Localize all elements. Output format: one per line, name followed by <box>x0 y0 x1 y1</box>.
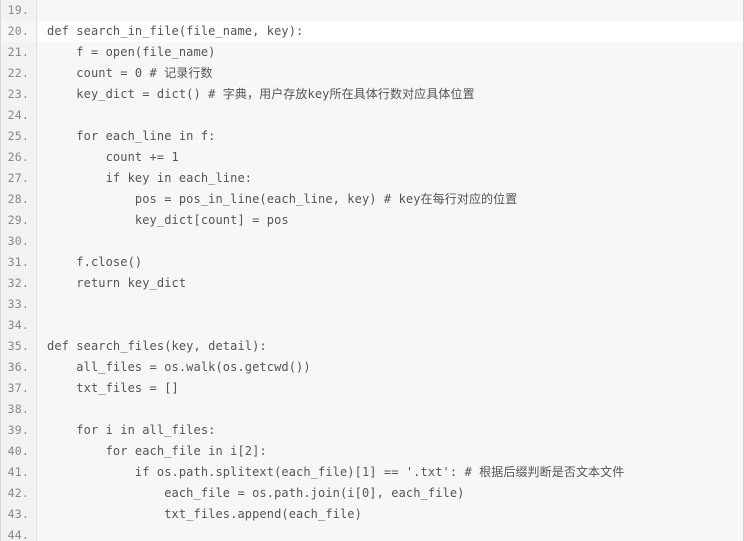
line-code-text[interactable]: all_files = os.walk(os.getcwd()) <box>37 357 743 378</box>
line-number: 38. <box>1 399 37 420</box>
code-line[interactable]: 22. count = 0 # 记录行数 <box>1 63 743 84</box>
line-number: 19. <box>1 0 37 21</box>
line-code-text[interactable]: for each_line in f: <box>37 126 743 147</box>
line-code-text[interactable]: for i in all_files: <box>37 420 743 441</box>
line-number: 37. <box>1 378 37 399</box>
line-number: 22. <box>1 63 37 84</box>
code-line[interactable]: 30. <box>1 231 743 252</box>
code-line[interactable]: 33. <box>1 294 743 315</box>
code-line[interactable]: 40. for each_file in i[2]: <box>1 441 743 462</box>
code-line[interactable]: 21. f = open(file_name) <box>1 42 743 63</box>
code-line[interactable]: 23. key_dict = dict() # 字典，用户存放key所在具体行数… <box>1 84 743 105</box>
code-line[interactable]: 25. for each_line in f: <box>1 126 743 147</box>
line-number: 25. <box>1 126 37 147</box>
line-code-text[interactable]: txt_files.append(each_file) <box>37 504 743 525</box>
code-line[interactable]: 24. <box>1 105 743 126</box>
line-code-text[interactable]: if key in each_line: <box>37 168 743 189</box>
line-number: 21. <box>1 42 37 63</box>
line-number: 24. <box>1 105 37 126</box>
code-line[interactable]: 36. all_files = os.walk(os.getcwd()) <box>1 357 743 378</box>
code-line[interactable]: 39. for i in all_files: <box>1 420 743 441</box>
line-number: 35. <box>1 336 37 357</box>
code-line[interactable]: 37. txt_files = [] <box>1 378 743 399</box>
line-code-text[interactable]: each_file = os.path.join(i[0], each_file… <box>37 483 743 504</box>
line-number: 31. <box>1 252 37 273</box>
code-line[interactable]: 34. <box>1 315 743 336</box>
line-code-text[interactable]: return key_dict <box>37 273 743 294</box>
line-code-text[interactable]: key_dict = dict() # 字典，用户存放key所在具体行数对应具体… <box>37 84 743 105</box>
line-number: 36. <box>1 357 37 378</box>
line-number: 23. <box>1 84 37 105</box>
code-line[interactable]: 32. return key_dict <box>1 273 743 294</box>
code-line[interactable]: 27. if key in each_line: <box>1 168 743 189</box>
line-code-text[interactable]: txt_files = [] <box>37 378 743 399</box>
code-line[interactable]: 31. f.close() <box>1 252 743 273</box>
code-line[interactable]: 41. if os.path.splitext(each_file)[1] ==… <box>1 462 743 483</box>
line-code-text[interactable]: pos = pos_in_line(each_line, key) # key在… <box>37 189 743 210</box>
line-number: 29. <box>1 210 37 231</box>
code-line[interactable]: 29. key_dict[count] = pos <box>1 210 743 231</box>
code-line[interactable]: 20. def search_in_file(file_name, key): <box>1 21 743 42</box>
line-code-text[interactable]: count += 1 <box>37 147 743 168</box>
line-number: 34. <box>1 315 37 336</box>
code-line-list: 19. 20. def search_in_file(file_name, key)… <box>1 0 743 541</box>
line-code-text[interactable]: f = open(file_name) <box>37 42 743 63</box>
line-number: 43. <box>1 504 37 525</box>
line-number: 41. <box>1 462 37 483</box>
code-line[interactable]: 35. def search_files(key, detail): <box>1 336 743 357</box>
line-code-text[interactable]: count = 0 # 记录行数 <box>37 63 743 84</box>
code-line[interactable]: 19. <box>1 0 743 21</box>
code-line[interactable]: 42. each_file = os.path.join(i[0], each_… <box>1 483 743 504</box>
line-code-text[interactable]: def search_in_file(file_name, key): <box>37 21 743 42</box>
code-line[interactable]: 38. <box>1 399 743 420</box>
line-number: 39. <box>1 420 37 441</box>
code-line[interactable]: 26. count += 1 <box>1 147 743 168</box>
line-code-text[interactable]: if os.path.splitext(each_file)[1] == '.t… <box>37 462 743 483</box>
line-number: 42. <box>1 483 37 504</box>
line-number: 44. <box>1 525 37 541</box>
line-code-text[interactable]: f.close() <box>37 252 743 273</box>
line-number: 27. <box>1 168 37 189</box>
line-number: 33. <box>1 294 37 315</box>
line-code-text[interactable]: for each_file in i[2]: <box>37 441 743 462</box>
line-code-text[interactable]: def search_files(key, detail): <box>37 336 743 357</box>
line-number: 20. <box>1 21 37 42</box>
line-number: 26. <box>1 147 37 168</box>
line-number: 40. <box>1 441 37 462</box>
line-number: 28. <box>1 189 37 210</box>
code-line[interactable]: 44. <box>1 525 743 541</box>
line-code-text[interactable]: key_dict[count] = pos <box>37 210 743 231</box>
line-number: 32. <box>1 273 37 294</box>
code-line[interactable]: 28. pos = pos_in_line(each_line, key) # … <box>1 189 743 210</box>
code-viewer[interactable]: 19. 20. def search_in_file(file_name, key)… <box>0 0 744 541</box>
line-number: 30. <box>1 231 37 252</box>
code-line[interactable]: 43. txt_files.append(each_file) <box>1 504 743 525</box>
